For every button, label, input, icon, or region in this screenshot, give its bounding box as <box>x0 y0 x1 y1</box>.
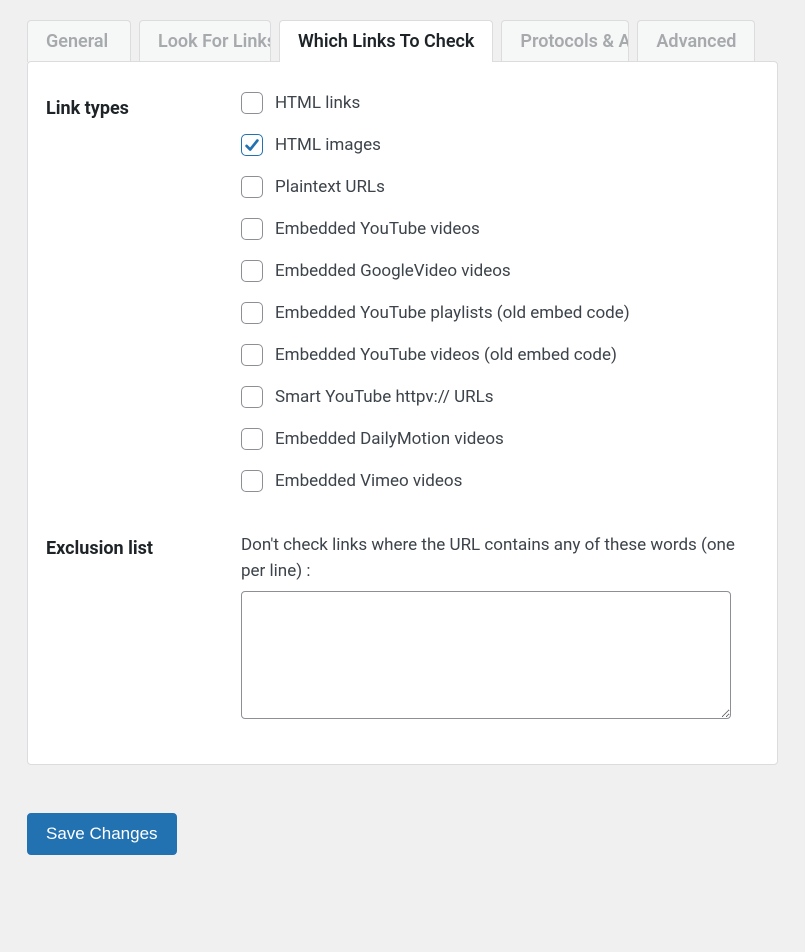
checkbox[interactable] <box>241 302 263 324</box>
link-type-label: Embedded YouTube videos <box>275 219 480 239</box>
checkbox[interactable] <box>241 260 263 282</box>
link-type-label: Smart YouTube httpv:// URLs <box>275 387 494 407</box>
tab-look-for-links-in[interactable]: Look For Links In <box>139 20 271 62</box>
checkbox[interactable] <box>241 218 263 240</box>
link-types-heading: Link types <box>46 92 241 119</box>
link-type-item[interactable]: Embedded YouTube playlists (old embed co… <box>241 302 759 324</box>
checkbox[interactable] <box>241 344 263 366</box>
link-type-item[interactable]: Smart YouTube httpv:// URLs <box>241 386 759 408</box>
row-exclusion-list: Exclusion list Don't check links where t… <box>46 532 759 724</box>
link-type-item[interactable]: Embedded Vimeo videos <box>241 470 759 492</box>
link-type-label: HTML links <box>275 93 360 113</box>
settings-panel: Link types HTML links HTML images Plaintex… <box>27 61 778 765</box>
link-type-label: Embedded Vimeo videos <box>275 471 462 491</box>
tab-bar: General Look For Links In Which Links To… <box>0 0 805 62</box>
link-type-item[interactable]: Plaintext URLs <box>241 176 759 198</box>
tab-protocols-and-apis[interactable]: Protocols & APIs <box>501 20 629 62</box>
link-type-item[interactable]: Embedded YouTube videos (old embed code) <box>241 344 759 366</box>
link-type-label: Embedded GoogleVideo videos <box>275 261 511 281</box>
checkbox[interactable] <box>241 134 263 156</box>
exclusion-list-description: Don't check links where the URL contains… <box>241 532 759 585</box>
save-changes-button[interactable]: Save Changes <box>27 813 177 855</box>
tab-general[interactable]: General <box>27 20 131 62</box>
link-type-label: Embedded DailyMotion videos <box>275 429 504 449</box>
exclusion-list-textarea[interactable] <box>241 591 731 719</box>
link-type-label: Embedded YouTube playlists (old embed co… <box>275 303 630 323</box>
tab-which-links-to-check[interactable]: Which Links To Check <box>279 20 493 62</box>
exclusion-list-heading: Exclusion list <box>46 532 241 559</box>
link-type-item[interactable]: HTML images <box>241 134 759 156</box>
checkbox[interactable] <box>241 470 263 492</box>
checkbox[interactable] <box>241 428 263 450</box>
link-type-item[interactable]: Embedded GoogleVideo videos <box>241 260 759 282</box>
link-type-label: HTML images <box>275 135 381 155</box>
link-type-item[interactable]: HTML links <box>241 92 759 114</box>
link-type-label: Embedded YouTube videos (old embed code) <box>275 345 617 365</box>
checkbox[interactable] <box>241 92 263 114</box>
link-type-item[interactable]: Embedded DailyMotion videos <box>241 428 759 450</box>
tab-advanced[interactable]: Advanced <box>637 20 755 62</box>
row-link-types: Link types HTML links HTML images Plaintex… <box>46 92 759 492</box>
checkbox[interactable] <box>241 386 263 408</box>
link-type-label: Plaintext URLs <box>275 177 385 197</box>
checkbox[interactable] <box>241 176 263 198</box>
link-type-item[interactable]: Embedded YouTube videos <box>241 218 759 240</box>
link-types-list: HTML links HTML images Plaintext URLs Embed… <box>241 92 759 492</box>
